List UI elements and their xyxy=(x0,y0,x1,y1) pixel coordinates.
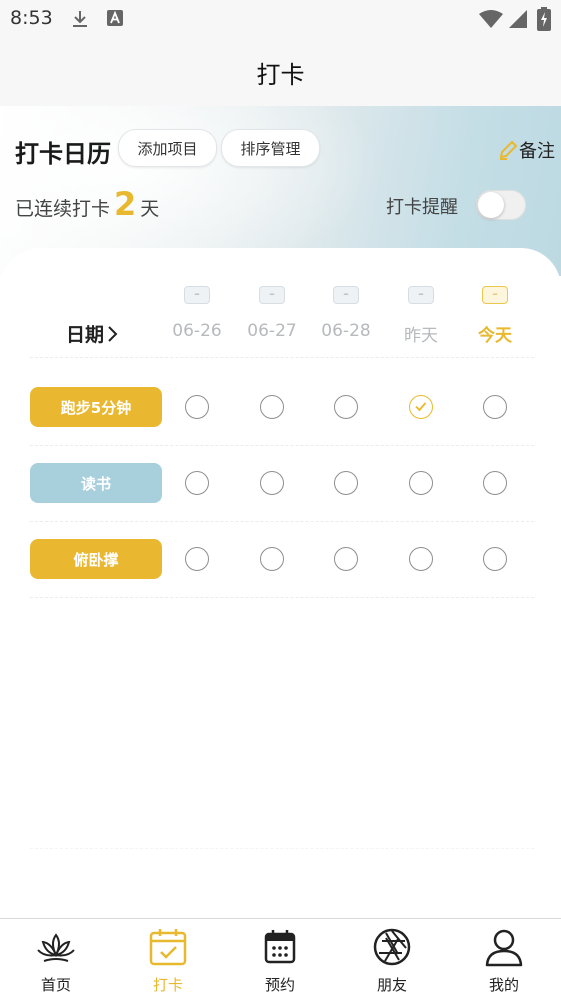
sort-manage-label: 排序管理 xyxy=(240,139,301,158)
bottom-divider xyxy=(30,848,534,849)
add-item-button[interactable]: 添加项目 xyxy=(118,129,217,167)
wifi-icon xyxy=(479,10,503,28)
day-label: 昨天 xyxy=(404,326,438,346)
check-circle[interactable] xyxy=(185,547,209,571)
text-a-icon xyxy=(107,10,123,26)
reminder-label: 打卡提醒 xyxy=(386,197,458,218)
header-divider xyxy=(30,357,534,358)
streak-prefix: 已连续打卡 xyxy=(15,198,111,220)
tab-booking[interactable]: 预约 xyxy=(224,919,336,999)
tab-mine[interactable]: 我的 xyxy=(448,919,560,999)
note-label: 备注 xyxy=(519,141,555,162)
habit-name: 读书 xyxy=(80,474,111,493)
check-circle[interactable] xyxy=(334,395,358,419)
date-header[interactable]: 日期 xyxy=(66,320,120,347)
download-icon xyxy=(73,11,87,27)
page-title: 打卡 xyxy=(256,60,305,89)
aperture-icon xyxy=(373,928,411,966)
signal-icon xyxy=(509,10,527,28)
sort-manage-button[interactable]: 排序管理 xyxy=(221,129,320,167)
tab-friends[interactable]: 朋友 xyxy=(336,919,448,999)
check-circle[interactable] xyxy=(483,547,507,571)
streak-suffix: 天 xyxy=(140,198,160,220)
streak-info: 已连续打卡 2 天 xyxy=(15,188,159,221)
calendar-title: 打卡日历 xyxy=(15,140,111,168)
tab-friends-label: 朋友 xyxy=(376,976,407,994)
day-label: 06-26 xyxy=(172,321,222,341)
tab-booking-label: 预约 xyxy=(264,976,295,994)
day-badge: – xyxy=(259,286,285,304)
calendar-icon xyxy=(264,930,296,964)
add-item-label: 添加项目 xyxy=(137,139,198,158)
check-circle[interactable] xyxy=(334,471,358,495)
date-header-label: 日期 xyxy=(66,324,105,346)
check-circle[interactable] xyxy=(409,471,433,495)
row-divider xyxy=(30,521,534,522)
checkmark-icon xyxy=(415,402,427,412)
habit-tag[interactable]: 读书 xyxy=(30,463,162,503)
tab-checkin-label: 打卡 xyxy=(152,976,183,994)
tab-home-label: 首页 xyxy=(40,976,71,994)
check-circle[interactable] xyxy=(260,471,284,495)
day-badge: – xyxy=(482,286,508,304)
day-badge: – xyxy=(408,286,434,304)
person-icon xyxy=(485,929,523,967)
check-circle[interactable] xyxy=(483,395,507,419)
reminder-toggle[interactable] xyxy=(476,190,526,220)
row-divider xyxy=(30,445,534,446)
note-button[interactable]: 备注 xyxy=(497,137,555,163)
title-bar: 打卡 xyxy=(0,38,561,106)
status-time: 8:53 xyxy=(10,7,53,29)
day-badge: – xyxy=(184,286,210,304)
day-label: 06-27 xyxy=(247,321,297,341)
habit-tag[interactable]: 跑步5分钟 xyxy=(30,387,162,427)
check-circle[interactable] xyxy=(260,395,284,419)
check-circle[interactable] xyxy=(409,547,433,571)
check-circle-done[interactable] xyxy=(409,395,433,419)
habit-name: 俯卧撑 xyxy=(73,550,119,569)
check-circle[interactable] xyxy=(260,547,284,571)
check-circle[interactable] xyxy=(185,395,209,419)
habit-tag[interactable]: 俯卧撑 xyxy=(30,539,162,579)
check-circle[interactable] xyxy=(483,471,507,495)
row-divider xyxy=(30,597,534,598)
battery-icon xyxy=(537,7,551,31)
lotus-icon xyxy=(37,933,75,962)
day-badge: – xyxy=(333,286,359,304)
chevron-right-icon xyxy=(108,325,118,342)
status-bar: 8:53 xyxy=(0,0,561,38)
tab-bar: 首页 打卡 预约 朋友 我的 xyxy=(0,918,561,999)
check-circle[interactable] xyxy=(185,471,209,495)
calendar-card xyxy=(0,248,561,928)
day-label: 06-28 xyxy=(321,321,371,341)
habit-name: 跑步5分钟 xyxy=(60,398,132,417)
calendar-check-icon xyxy=(149,929,187,966)
pencil-icon xyxy=(500,141,517,160)
day-label: 今天 xyxy=(478,326,512,346)
toggle-knob xyxy=(478,192,504,218)
streak-days: 2 xyxy=(114,185,137,223)
tab-checkin[interactable]: 打卡 xyxy=(112,919,224,999)
tab-mine-label: 我的 xyxy=(488,976,519,994)
check-circle[interactable] xyxy=(334,547,358,571)
tab-home[interactable]: 首页 xyxy=(0,919,112,999)
